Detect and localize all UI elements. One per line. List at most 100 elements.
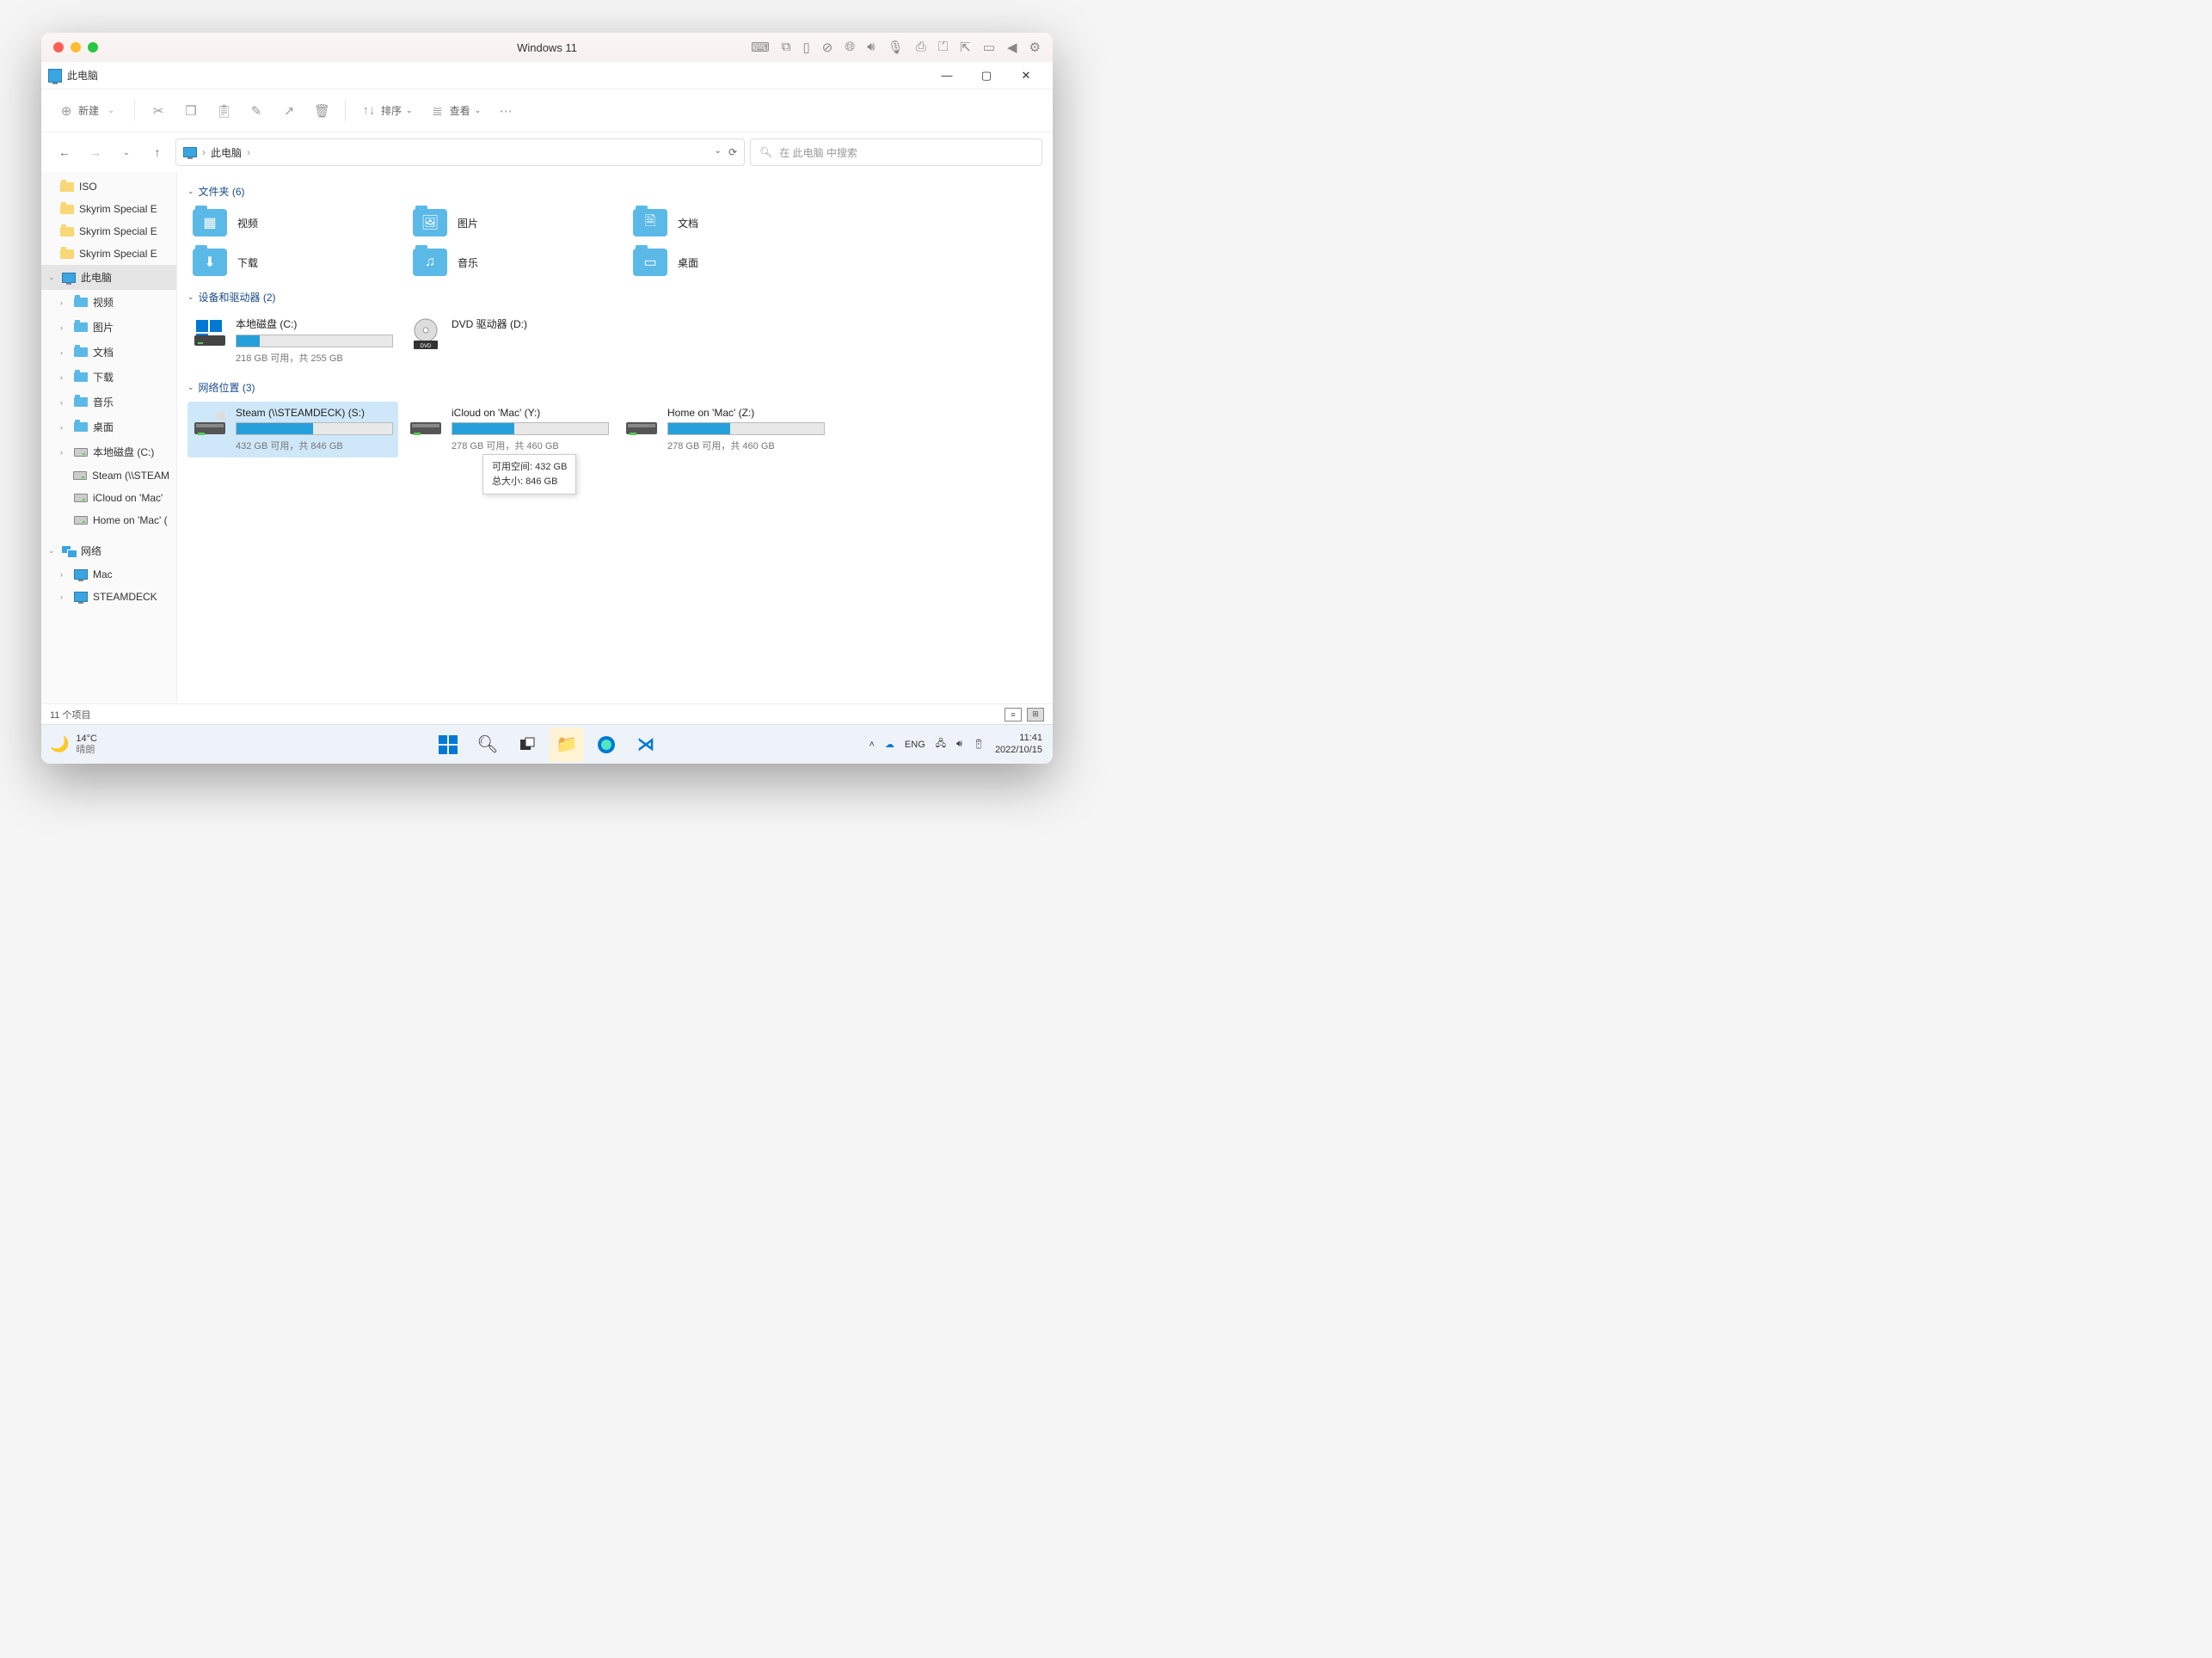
minimize-icon[interactable] [71, 42, 81, 52]
sidebar-item-drive-c[interactable]: ›本地磁盘 (C:) [41, 439, 176, 464]
status-bar: 11 个项目 ≡ ⊞ [41, 703, 1053, 724]
dropdown-icon[interactable]: ⌄ [715, 146, 722, 158]
onedrive-icon[interactable]: ☁ [885, 739, 894, 750]
taskbar-center: 🔍︎ 📁 ⋊ [431, 728, 663, 762]
sidebar-item-skyrim[interactable]: Skyrim Special E [41, 198, 176, 220]
sidebar-item-home[interactable]: Home on 'Mac' ( [41, 509, 176, 531]
network-drive-icloud[interactable]: iCloud on 'Mac' (Y:) 278 GB 可用，共 460 GB [403, 402, 614, 457]
mic-icon[interactable]: 🎙︎ [888, 40, 904, 55]
share-button[interactable]: ↗ [274, 98, 304, 124]
gear-icon[interactable]: ⚙ [1029, 40, 1041, 55]
sidebar-item-steamdeck[interactable]: ›STEAMDECK [41, 586, 176, 608]
delete-button[interactable]: 🗑︎ [307, 98, 336, 124]
sidebar-item-iso[interactable]: ISO [41, 175, 176, 198]
no-entry-icon[interactable]: ⊘ [822, 40, 833, 55]
monitor-icon [62, 273, 76, 283]
close-button[interactable]: ✕ [1006, 62, 1046, 89]
mac-titlebar: Windows 11 ⌨ ⧉ ▯ ⊘ 🌐︎ 🔊︎ 🎙︎ ⎙ ⏍ ⇱ ▭ ◀ ⚙ [41, 33, 1053, 62]
copy-button[interactable]: ❐ [176, 98, 206, 124]
sidebar-item-desktop[interactable]: ›桌面 [41, 414, 176, 439]
forward-button[interactable]: → [83, 139, 108, 165]
section-network-header[interactable]: ⌄ 网络位置 (3) [187, 380, 1042, 395]
dock-icon[interactable]: ⧉ [782, 40, 791, 55]
refresh-icon[interactable]: ⟳ [728, 146, 737, 158]
folder-icon [74, 322, 88, 332]
sidebar-item-thispc[interactable]: ⌄此电脑 [41, 265, 176, 290]
tiles-view-button[interactable]: ⊞ [1027, 708, 1044, 722]
chevron-right-icon: › [247, 146, 250, 158]
sidebar-item-documents[interactable]: ›文档 [41, 340, 176, 365]
network-drive-steam[interactable]: Steam (\\STEAMDECK) (S:) 432 GB 可用，共 846… [187, 402, 398, 457]
folder-documents[interactable]: 🗎文档 [628, 206, 843, 240]
paste-button[interactable]: 📋︎ [209, 98, 238, 124]
folder-music[interactable]: ♫音乐 [408, 245, 623, 279]
task-view-button[interactable] [510, 728, 544, 762]
taskbar-weather[interactable]: 🌙 14°C 晴朗 [41, 734, 97, 754]
details-view-button[interactable]: ≡ [1005, 708, 1022, 722]
address-bar[interactable]: › 此电脑 › ⌄ ⟳ [175, 138, 745, 166]
more-button[interactable]: ⋯ [491, 98, 520, 124]
rename-button[interactable]: ✎ [242, 98, 271, 124]
clock[interactable]: 11:41 2022/10/15 [995, 733, 1042, 755]
tray-chevron-icon[interactable]: ˄ [869, 740, 874, 750]
start-button[interactable] [431, 728, 465, 762]
network-tray-icon[interactable]: 🖧 [936, 736, 946, 752]
folder-downloads[interactable]: ⬇下载 [187, 245, 402, 279]
edge-button[interactable] [589, 728, 624, 762]
maximize-button[interactable]: ▢ [967, 62, 1006, 89]
maximize-icon[interactable] [88, 42, 98, 52]
recent-button[interactable]: ⌄ [114, 139, 139, 165]
export-icon[interactable]: ⇱ [960, 40, 971, 55]
sidebar-item-pictures[interactable]: ›图片 [41, 315, 176, 340]
back-button[interactable]: ← [52, 139, 77, 165]
sidebar-item-icloud[interactable]: iCloud on 'Mac' [41, 487, 176, 509]
vscode-button[interactable]: ⋊ [629, 728, 663, 762]
sidebar-item-network[interactable]: ⌄网络 [41, 538, 176, 563]
sidebar-item-downloads[interactable]: ›下载 [41, 365, 176, 390]
sidebar-item-skyrim[interactable]: Skyrim Special E [41, 243, 176, 265]
minimize-button[interactable]: — [927, 62, 967, 89]
sidebar-item-videos[interactable]: ›视频 [41, 290, 176, 315]
globe-icon[interactable]: 🌐︎ [845, 40, 855, 55]
search-icon: 🔍︎ [759, 146, 772, 158]
search-button[interactable]: 🔍︎ [470, 728, 505, 762]
drive-dvd[interactable]: DVD DVD 驱动器 (D:) [403, 311, 614, 370]
volume-icon[interactable]: 🔊︎ [867, 40, 875, 55]
network-drive-home[interactable]: Home on 'Mac' (Z:) 278 GB 可用，共 460 GB [619, 402, 830, 457]
explorer-button[interactable]: 📁 [550, 728, 584, 762]
folder-pictures[interactable]: 🖼︎图片 [408, 206, 623, 240]
breadcrumb-segment[interactable]: 此电脑 [211, 145, 242, 160]
language-indicator[interactable]: ENG [905, 740, 925, 750]
folder-icon [60, 182, 74, 192]
sort-button[interactable]: ↑↓ 排序 ⌄ [354, 98, 420, 123]
battery-tray-icon[interactable]: 🔋︎ [973, 739, 985, 750]
printer-icon[interactable]: ⎙ [916, 40, 926, 55]
window-icon[interactable]: ▭ [983, 40, 995, 55]
section-drives-header[interactable]: ⌄ 设备和驱动器 (2) [187, 290, 1042, 304]
sidebar-item-steam[interactable]: Steam (\\STEAM [41, 464, 176, 487]
sidebar-item-skyrim[interactable]: Skyrim Special E [41, 220, 176, 243]
folder-videos[interactable]: ▦视频 [187, 206, 402, 240]
usage-bar [236, 422, 393, 435]
phone-icon[interactable]: ▯ [802, 40, 809, 55]
up-button[interactable]: ↑ [144, 139, 170, 165]
back-icon[interactable]: ◀ [1007, 40, 1017, 55]
section-folders-header[interactable]: ⌄ 文件夹 (6) [187, 184, 1042, 199]
folder-desktop[interactable]: ▭桌面 [628, 245, 843, 279]
close-icon[interactable] [53, 42, 64, 52]
search-input[interactable]: 🔍︎ 在 此电脑 中搜索 [750, 138, 1042, 166]
volume-tray-icon[interactable]: 🔊︎ [956, 739, 962, 750]
new-button[interactable]: ⊕ 新建 ⌄ [52, 98, 126, 124]
drive-c[interactable]: 本地磁盘 (C:) 218 GB 可用，共 255 GB [187, 311, 398, 370]
sidebar-item-music[interactable]: ›音乐 [41, 390, 176, 414]
folder-label: 视频 [237, 216, 258, 230]
navigation-pane[interactable]: ISO Skyrim Special E Skyrim Special E Sk… [41, 172, 177, 703]
keyboard-icon[interactable]: ⌨ [751, 40, 770, 55]
sidebar-label: Skyrim Special E [79, 203, 157, 215]
camera-icon[interactable]: ⏍ [938, 40, 948, 55]
content-pane[interactable]: ⌄ 文件夹 (6) ▦视频 🖼︎图片 🗎文档 ⬇下载 ♫音乐 ▭桌面 ⌄ 设备和… [177, 172, 1053, 703]
sidebar-item-mac[interactable]: ›Mac [41, 563, 176, 586]
view-button[interactable]: ≣ 查看 ⌄ [423, 98, 488, 124]
cut-button[interactable]: ✂ [144, 98, 173, 124]
sidebar-label: Steam (\\STEAM [92, 470, 169, 482]
